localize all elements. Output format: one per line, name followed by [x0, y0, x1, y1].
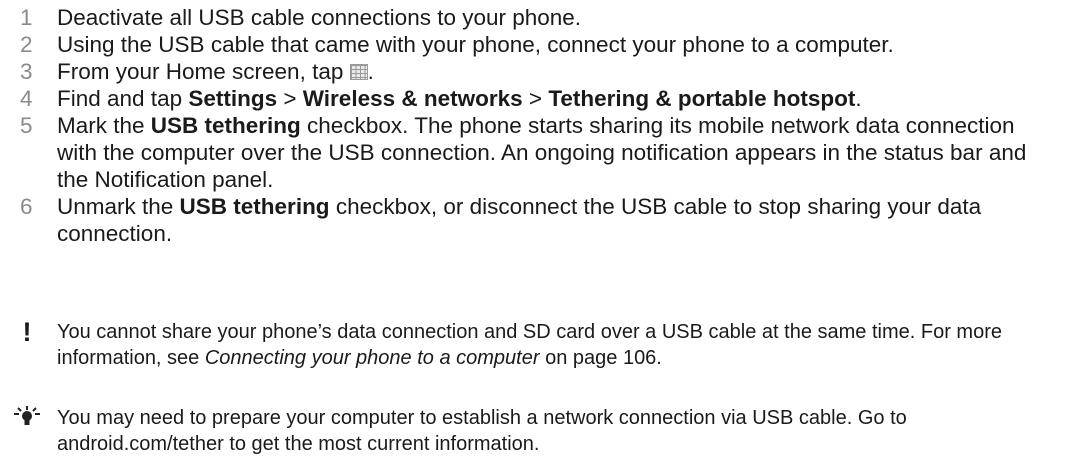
- step-item: 2 Using the USB cable that came with your…: [20, 31, 1060, 58]
- instruction-steps: 1 Deactivate all USB cable connections to…: [20, 4, 1060, 247]
- cross-reference: Connecting your phone to a computer: [204, 347, 540, 369]
- bold-term: Settings: [188, 86, 278, 111]
- step-number: 1: [20, 5, 33, 30]
- bold-term: Tethering & portable hotspot: [548, 86, 856, 111]
- step-item: 1 Deactivate all USB cable connections to…: [20, 4, 1060, 31]
- warning-note-text: You cannot share your phone’s data conne…: [57, 319, 1057, 371]
- step-item: 5 Mark the USB tethering checkbox. The ph…: [20, 112, 1060, 193]
- text-run: From your Home screen, tap: [57, 59, 350, 84]
- step-number: 5: [20, 113, 33, 138]
- step-number: 6: [20, 194, 33, 219]
- text-run: You may need to prepare your computer to…: [57, 407, 907, 455]
- document-page: 1 Deactivate all USB cable connections to…: [0, 0, 1073, 466]
- text-run: .: [367, 59, 374, 84]
- step-item: 6 Unmark the USB tethering checkbox, or d…: [20, 193, 1060, 247]
- text-run: >: [277, 86, 303, 111]
- step-item: 3 From your Home screen, tap .: [20, 58, 1060, 85]
- text-run: Unmark the: [57, 194, 180, 219]
- step-item: 4 Find and tap Settings > Wireless & netw…: [20, 85, 1060, 112]
- text-run: Find and tap: [57, 86, 189, 111]
- text-run: Deactivate all USB cable connections to …: [57, 5, 582, 30]
- text-run: >: [522, 86, 549, 111]
- bold-term: USB tethering: [179, 194, 330, 219]
- lightbulb-tip-icon: [0, 405, 54, 431]
- text-run: Mark the: [57, 113, 151, 138]
- step-number: 4: [20, 86, 33, 111]
- bold-term: USB tethering: [150, 113, 301, 138]
- apps-grid-icon: [349, 64, 368, 80]
- text-run: Using the USB cable that came with your …: [57, 32, 894, 57]
- exclamation-icon: !: [22, 317, 32, 347]
- step-number: 3: [20, 59, 33, 84]
- step-number: 2: [20, 32, 33, 57]
- bold-term: Wireless & networks: [302, 86, 523, 111]
- tip-note-text: You may need to prepare your computer to…: [57, 405, 1057, 457]
- text-run: on page 106.: [539, 347, 662, 369]
- text-run: .: [855, 86, 862, 111]
